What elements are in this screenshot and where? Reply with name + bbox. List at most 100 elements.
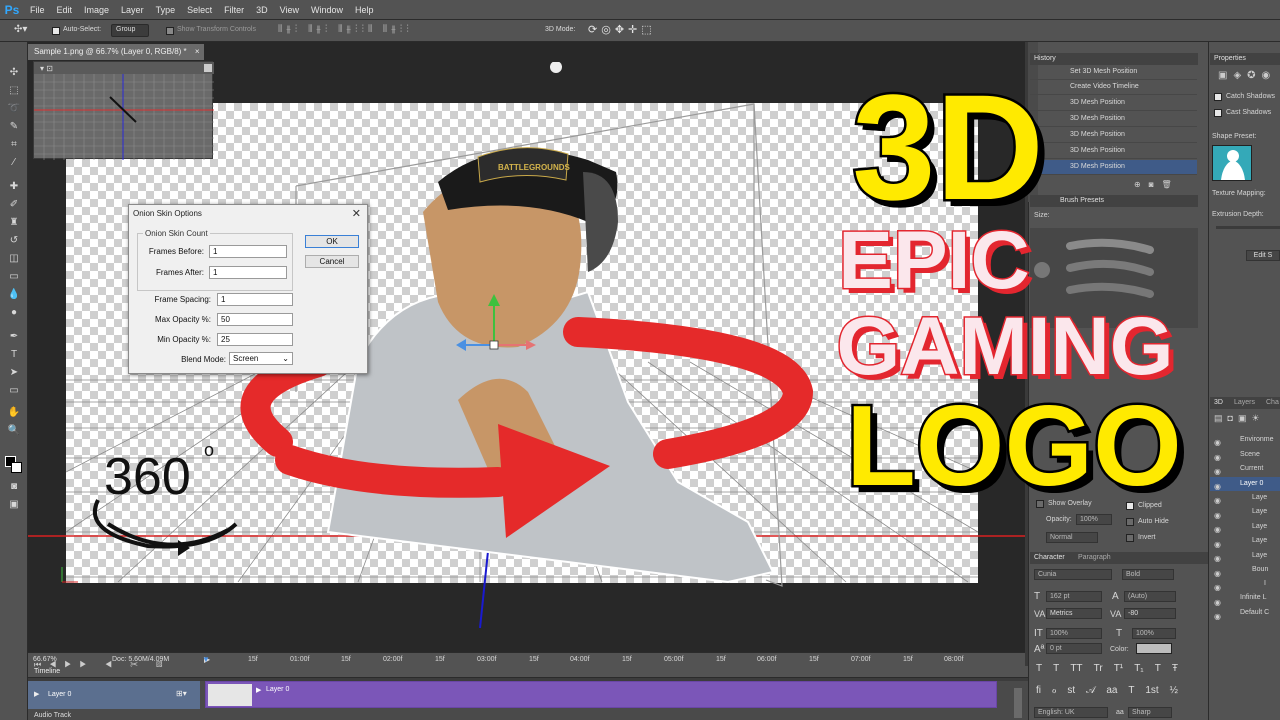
visibility-eye-icons[interactable]: ◉ ◉ ◉ ◉ ◉ ◉ ◉ ◉ ◉ ◉ ◉ ◉ ◉ [1214, 436, 1221, 625]
menu-filter[interactable]: Filter [218, 5, 250, 15]
background-color-swatch[interactable] [11, 462, 22, 473]
frame-spacing-input[interactable]: 1 [217, 293, 293, 306]
frames-before-input[interactable]: 1 [209, 245, 287, 258]
scene-item[interactable]: Current [1240, 465, 1263, 472]
discretionary-ligatures-button[interactable]: st [1067, 685, 1075, 696]
max-opacity-input[interactable]: 50 [217, 313, 293, 326]
superscript-button[interactable]: T¹ [1114, 663, 1123, 674]
layer-menu-icon[interactable]: ⊞▾ [176, 689, 187, 698]
menu-edit[interactable]: Edit [51, 5, 79, 15]
ok-button[interactable]: OK [305, 235, 359, 248]
small-caps-button[interactable]: Tr [1094, 663, 1103, 674]
3d-secondary-view[interactable]: ▾ ⊡ [33, 61, 214, 160]
text-color-swatch[interactable] [1136, 643, 1172, 654]
eyedropper-tool-icon[interactable]: ⁄ [6, 156, 22, 170]
align-icons[interactable]: ⫴⫵⫶ ⫴⫵⫶ ⫴⫵⫶⫶⫴ ⫴⫵⫶⫶ [278, 24, 413, 35]
scene-item[interactable]: I [1264, 580, 1266, 587]
tracking-select[interactable]: -80 [1124, 608, 1176, 619]
auto-select-target-select[interactable]: Group [111, 24, 149, 37]
font-size-input[interactable]: 162 pt [1046, 591, 1102, 602]
language-select[interactable]: English: UK [1034, 707, 1108, 718]
screen-mode-icon[interactable]: ▣ [6, 498, 22, 512]
auto-select-checkbox[interactable] [52, 27, 60, 35]
path-select-tool-icon[interactable]: ➤ [6, 366, 22, 380]
frames-after-input[interactable]: 1 [209, 266, 287, 279]
timeline-second-layer[interactable]: Audio Track [34, 712, 71, 719]
all-caps-button[interactable]: TT [1070, 663, 1082, 674]
playback-controls[interactable]: ⏮◀▶▶ ◀ ✂ ▨ [34, 660, 171, 670]
dialog-close-icon[interactable]: ✕ [352, 207, 361, 220]
3d-mode-icons[interactable]: ⟳◎✥✛⬚ [588, 23, 656, 36]
healing-tool-icon[interactable]: ✚ [6, 180, 22, 194]
timeline-layer-row[interactable]: ▶ Layer 0 ⊞▾ [28, 681, 200, 709]
menu-window[interactable]: Window [305, 5, 349, 15]
playhead-icon[interactable]: ▼ [202, 655, 210, 664]
menu-help[interactable]: Help [349, 5, 380, 15]
blur-tool-icon[interactable]: 💧 [6, 288, 22, 302]
subscript-button[interactable]: T₁ [1134, 663, 1143, 674]
crop-tool-icon[interactable]: ⌗ [6, 138, 22, 152]
zoom-tool-icon[interactable]: 🔍 [6, 424, 22, 438]
close-tab-icon[interactable]: × [195, 47, 200, 56]
channels-tab[interactable]: Cha [1266, 399, 1279, 406]
cancel-button[interactable]: Cancel [305, 255, 359, 268]
paragraph-tab[interactable]: Paragraph [1078, 554, 1111, 561]
leading-input[interactable]: (Auto) [1124, 591, 1176, 602]
scene-item[interactable]: Laye [1252, 552, 1267, 559]
antialias-select[interactable]: Sharp [1128, 707, 1172, 718]
history-tab[interactable]: History [1034, 55, 1056, 62]
menu-image[interactable]: Image [78, 5, 115, 15]
scene-item[interactable]: Infinite L [1240, 594, 1266, 601]
properties-mode-icons[interactable]: ▣◈✪◉ [1218, 70, 1276, 81]
stylistic-alternates-button[interactable]: aa [1106, 685, 1117, 696]
font-style-select[interactable]: Bold [1122, 569, 1174, 580]
swash-button[interactable]: 𝒜 [1086, 685, 1095, 696]
timeline-scrollbar[interactable] [1014, 688, 1022, 718]
menu-layer[interactable]: Layer [115, 5, 150, 15]
font-family-select[interactable]: Cunia [1034, 569, 1112, 580]
expand-arrow-icon[interactable]: ▶ [34, 690, 39, 698]
shape-preset-thumbnail[interactable] [1212, 145, 1252, 181]
layers-tab[interactable]: Layers [1234, 399, 1255, 406]
show-transform-checkbox[interactable] [166, 27, 174, 35]
quick-mask-icon[interactable]: ◙ [6, 480, 22, 494]
scene-item[interactable]: Laye [1252, 494, 1267, 501]
menu-file[interactable]: File [24, 5, 51, 15]
menu-view[interactable]: View [274, 5, 305, 15]
document-tab[interactable]: Sample 1.png @ 66.7% (Layer 0, RGB/8) * … [28, 44, 204, 60]
pen-tool-icon[interactable]: ✒ [6, 330, 22, 344]
hand-tool-icon[interactable]: ✋ [6, 406, 22, 420]
scene-item[interactable]: Boun [1252, 566, 1268, 573]
gradient-tool-icon[interactable]: ▭ [6, 270, 22, 284]
strikethrough-button[interactable]: Ŧ [1172, 663, 1178, 674]
timeline-clip[interactable]: ▶ Layer 0 [205, 681, 997, 708]
vertical-scale-input[interactable]: 100% [1046, 628, 1102, 639]
character-tab[interactable]: Character [1034, 554, 1065, 561]
scene-item[interactable]: Laye [1252, 523, 1267, 530]
move-tool-icon[interactable]: ✣▾ [14, 24, 27, 35]
type-tool-icon[interactable]: T [6, 348, 22, 362]
auto-hide-checkbox[interactable] [1126, 518, 1134, 526]
scene-item[interactable]: Default C [1240, 609, 1269, 616]
invert-checkbox[interactable] [1126, 534, 1134, 542]
quick-select-tool-icon[interactable]: ✎ [6, 120, 22, 134]
lasso-tool-icon[interactable]: ➰ [6, 102, 22, 116]
extrusion-depth-slider[interactable] [1216, 226, 1280, 229]
stamp-tool-icon[interactable]: ♜ [6, 216, 22, 230]
3d-filter-icons[interactable]: ▤◘▣☀ [1214, 413, 1265, 424]
kerning-select[interactable]: Metrics [1046, 608, 1102, 619]
faux-bold-button[interactable]: T [1036, 663, 1042, 674]
underline-button[interactable]: T [1155, 663, 1161, 674]
fractions-button[interactable]: ½ [1170, 685, 1178, 696]
menu-type[interactable]: Type [150, 5, 182, 15]
scene-item[interactable]: Laye [1252, 508, 1267, 515]
3d-tab[interactable]: 3D [1214, 399, 1223, 406]
move-tool-icon[interactable]: ✣ [6, 66, 22, 80]
history-brush-tool-icon[interactable]: ↺ [6, 234, 22, 248]
scene-item[interactable]: Laye [1252, 537, 1267, 544]
scene-item-selected[interactable]: Layer 0 [1240, 480, 1263, 487]
ligatures-button[interactable]: fi [1036, 685, 1041, 696]
shape-tool-icon[interactable]: ▭ [6, 384, 22, 398]
faux-italic-button[interactable]: T [1053, 663, 1059, 674]
blend-mode-select[interactable]: Screen ⌄ [229, 352, 293, 365]
